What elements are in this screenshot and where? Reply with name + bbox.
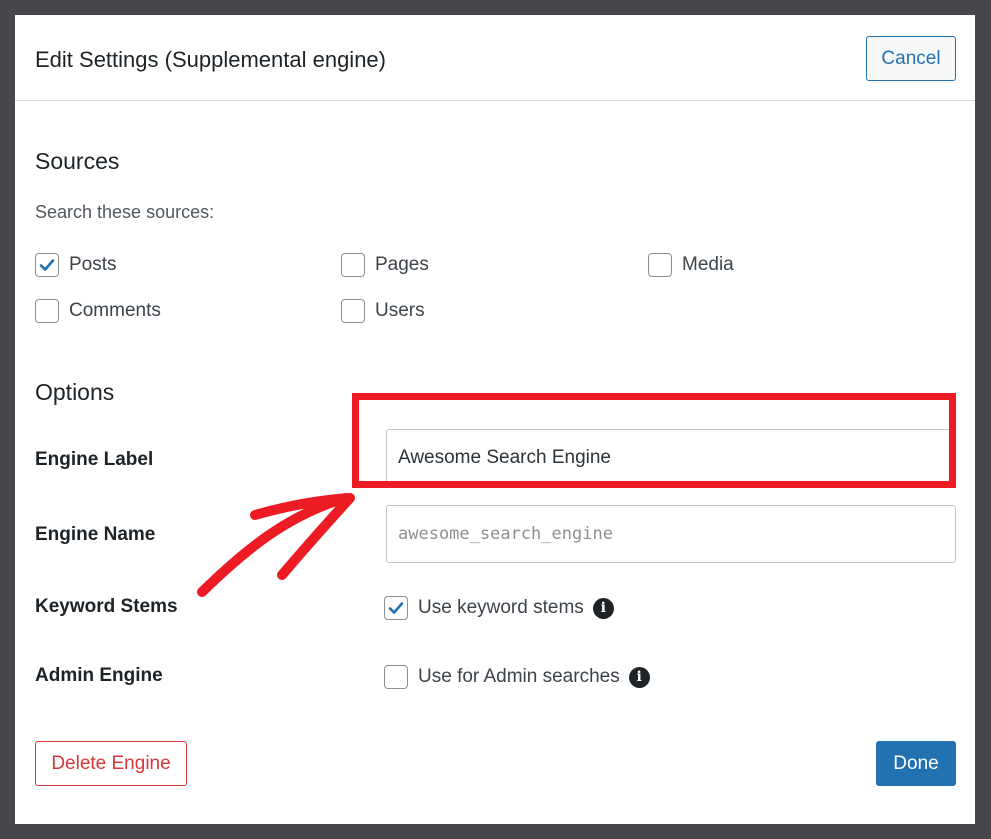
sources-heading: Sources [35, 148, 120, 174]
engine-name-value: awesome_search_engine [398, 524, 613, 544]
media-checkbox[interactable] [648, 253, 672, 277]
admin-engine-label: Admin Engine [35, 665, 163, 686]
comments-checkbox[interactable] [35, 299, 59, 323]
keyword-stems-checkbox[interactable] [384, 596, 408, 620]
edit-settings-modal: Edit Settings (Supplemental engine) Canc… [15, 15, 975, 824]
source-media[interactable]: Media [648, 253, 734, 277]
delete-engine-button[interactable]: Delete Engine [35, 741, 187, 786]
engine-name-input[interactable]: awesome_search_engine [386, 505, 956, 563]
pages-label: Pages [375, 254, 429, 275]
pages-checkbox[interactable] [341, 253, 365, 277]
admin-engine-checkbox[interactable] [384, 665, 408, 689]
engine-label-label: Engine Label [35, 449, 154, 470]
engine-label-value: Awesome Search Engine [398, 447, 611, 468]
engine-name-label: Engine Name [35, 524, 156, 545]
source-pages[interactable]: Pages [341, 253, 429, 277]
info-icon[interactable]: i [592, 597, 614, 619]
users-label: Users [375, 300, 425, 321]
info-icon[interactable]: i [628, 666, 650, 688]
admin-engine-checkbox-label: Use for Admin searches [418, 666, 620, 687]
source-users[interactable]: Users [341, 299, 425, 323]
cancel-button[interactable]: Cancel [866, 36, 956, 81]
posts-checkbox[interactable] [35, 253, 59, 277]
posts-label: Posts [69, 254, 117, 275]
admin-engine-option[interactable]: Use for Admin searches i [384, 665, 650, 689]
keyword-stems-option[interactable]: Use keyword stems i [384, 596, 614, 620]
comments-label: Comments [69, 300, 161, 321]
source-comments[interactable]: Comments [35, 299, 161, 323]
engine-label-input[interactable]: Awesome Search Engine [386, 429, 956, 487]
users-checkbox[interactable] [341, 299, 365, 323]
source-posts[interactable]: Posts [35, 253, 117, 277]
media-label: Media [682, 254, 734, 275]
sources-subheading: Search these sources: [35, 202, 215, 222]
keyword-stems-checkbox-label: Use keyword stems [418, 597, 584, 618]
done-button[interactable]: Done [876, 741, 956, 786]
keyword-stems-label: Keyword Stems [35, 596, 178, 617]
options-heading: Options [35, 379, 115, 405]
checkmark-icon [39, 259, 55, 271]
modal-title: Edit Settings (Supplemental engine) [35, 47, 386, 72]
modal-header: Edit Settings (Supplemental engine) Canc… [15, 15, 975, 101]
checkmark-icon [388, 602, 404, 614]
